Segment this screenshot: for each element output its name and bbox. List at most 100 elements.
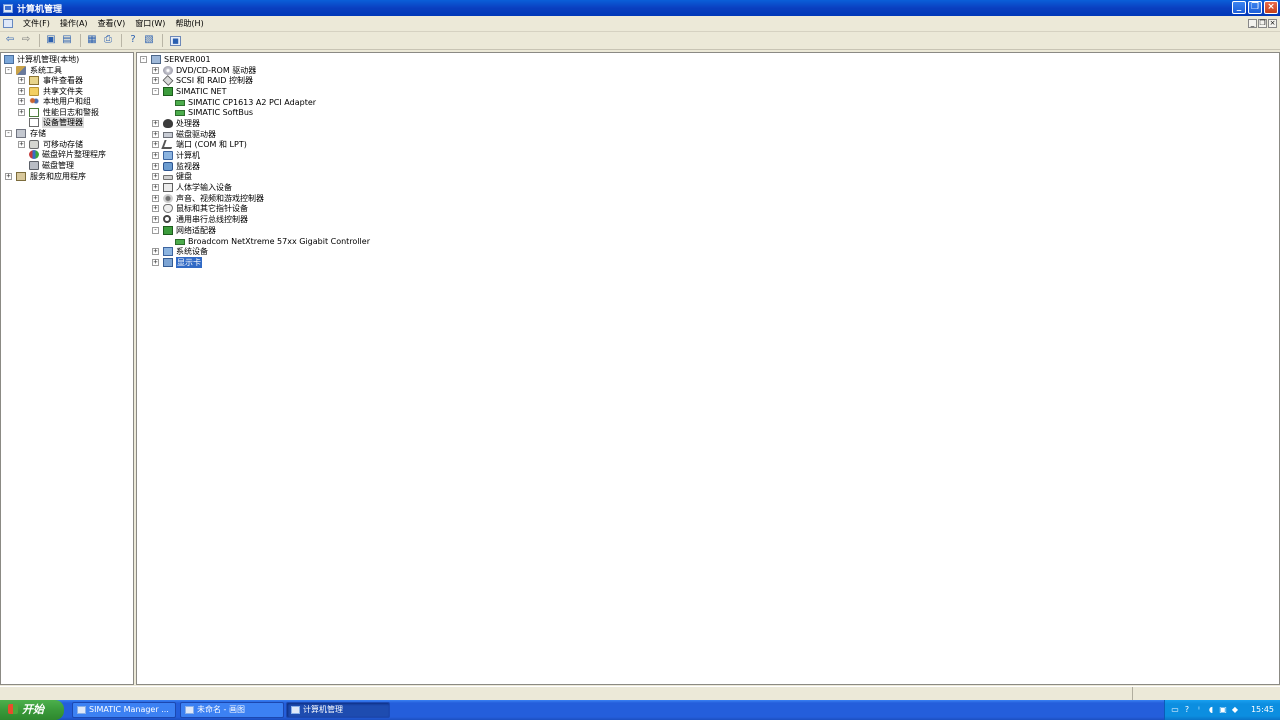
- removable-storage-icon: [29, 140, 39, 149]
- monitor-icon: [163, 162, 173, 171]
- computer-management-icon: [291, 706, 300, 714]
- child-restore-button[interactable]: ❐: [1258, 19, 1267, 28]
- windows-flag-icon: [8, 704, 18, 714]
- taskbar-item-simatic-manager[interactable]: SIMATIC Manager ...: [72, 702, 176, 718]
- taskbar-item-paint[interactable]: 未命名 - 画图: [180, 702, 284, 718]
- toolbar-separator: [121, 34, 122, 47]
- expand-toggle-icon[interactable]: +: [152, 131, 159, 138]
- menu-help[interactable]: 帮助(H): [170, 18, 208, 29]
- title-bar: 计算机管理 _ ❐ ×: [0, 0, 1280, 16]
- network-card-icon: [175, 110, 185, 116]
- document-icon[interactable]: [3, 19, 13, 28]
- expand-toggle-icon[interactable]: +: [152, 141, 159, 148]
- start-label: 开始: [22, 704, 44, 716]
- taskbar-item-label: 未命名 - 画图: [197, 705, 245, 714]
- speaker-tray-icon[interactable]: ◖: [1207, 706, 1215, 714]
- display-adapter-icon: [163, 258, 173, 267]
- services-icon: [16, 172, 26, 181]
- menu-action[interactable]: 操作(A): [55, 18, 93, 29]
- toolbar: ⇦ ⇨ ▣ ▤ ▦ ⎙ ? ▧ ■: [0, 32, 1280, 50]
- info-tray-icon[interactable]: ⁱ: [1195, 706, 1203, 714]
- menu-view[interactable]: 查看(V): [93, 18, 131, 29]
- expand-toggle-icon[interactable]: +: [152, 173, 159, 180]
- collapse-toggle-icon[interactable]: -: [152, 227, 159, 234]
- network-tray-icon[interactable]: ▣: [1219, 706, 1227, 714]
- minimize-button[interactable]: _: [1232, 1, 1246, 14]
- child-minimize-button[interactable]: _: [1248, 19, 1257, 28]
- network-card-icon: [175, 100, 185, 106]
- keyboard-tray-icon[interactable]: ▭: [1171, 706, 1179, 714]
- collapse-toggle-icon[interactable]: -: [140, 56, 147, 63]
- expand-toggle-icon[interactable]: +: [5, 173, 12, 180]
- expand-toggle-icon[interactable]: +: [152, 163, 159, 170]
- expand-toggle-icon[interactable]: +: [152, 120, 159, 127]
- system-tray: ▭ ? ⁱ ◖ ▣ ◆ 15:45: [1164, 700, 1280, 720]
- expand-toggle-icon[interactable]: +: [18, 98, 25, 105]
- toolbar-separator: [80, 34, 81, 47]
- back-arrow-icon[interactable]: ⇦: [3, 34, 17, 47]
- scan-hardware-icon[interactable]: ▧: [142, 34, 156, 47]
- help-tray-icon[interactable]: ?: [1183, 706, 1191, 714]
- disk-drive-icon: [163, 132, 173, 138]
- collapse-toggle-icon[interactable]: -: [5, 130, 12, 137]
- hid-icon: [163, 183, 173, 192]
- expand-toggle-icon[interactable]: +: [152, 259, 159, 266]
- disk-management-icon: [29, 161, 39, 170]
- computer-icon: [163, 151, 173, 160]
- up-folder-icon[interactable]: ▣: [44, 34, 58, 47]
- help-icon[interactable]: ?: [126, 34, 140, 47]
- window-controls: _ ❐ ×: [1232, 1, 1278, 14]
- defrag-icon: [29, 150, 39, 159]
- forward-arrow-icon[interactable]: ⇨: [19, 34, 33, 47]
- expand-toggle-icon[interactable]: +: [152, 152, 159, 159]
- child-close-button[interactable]: ×: [1268, 19, 1277, 28]
- system-tools-icon: [16, 66, 26, 75]
- sound-icon: [163, 194, 173, 203]
- system-device-icon: [163, 247, 173, 256]
- expand-toggle-icon[interactable]: +: [18, 141, 25, 148]
- paint-icon: [185, 706, 194, 714]
- mouse-icon: [163, 204, 173, 213]
- device-tree-pane: - SERVER001 + DVD/CD-ROM 驱动器 + SCSI 和 RA…: [136, 52, 1280, 685]
- expand-toggle-icon[interactable]: +: [152, 77, 159, 84]
- expand-toggle-icon[interactable]: +: [152, 248, 159, 255]
- device-properties-icon[interactable]: ■: [170, 35, 181, 46]
- print-icon[interactable]: ⎙: [101, 34, 115, 47]
- server-icon: [151, 55, 161, 64]
- users-icon: [29, 97, 39, 106]
- expand-toggle-icon[interactable]: +: [152, 195, 159, 202]
- scsi-icon: [162, 75, 174, 86]
- simatic-tray-icon[interactable]: ◆: [1231, 706, 1239, 714]
- network-icon: [163, 87, 173, 96]
- start-button[interactable]: 开始: [0, 700, 64, 720]
- close-button[interactable]: ×: [1264, 1, 1278, 14]
- child-window-controls: _ ❐ ×: [1248, 19, 1277, 28]
- restore-button[interactable]: ❐: [1248, 1, 1262, 14]
- console-tree-pane: 计算机管理(本地) - 系统工具 + 事件查看器 + 共享文件夹 + 本地用户和…: [0, 52, 134, 685]
- show-hide-tree-icon[interactable]: ▤: [60, 34, 74, 47]
- properties-icon[interactable]: ▦: [85, 34, 99, 47]
- toolbar-separator: [39, 34, 40, 47]
- expand-toggle-icon[interactable]: +: [152, 67, 159, 74]
- expand-toggle-icon[interactable]: +: [18, 77, 25, 84]
- menu-window[interactable]: 窗口(W): [130, 18, 170, 29]
- simatic-icon: [77, 706, 86, 714]
- menu-bar: 文件(F) 操作(A) 查看(V) 窗口(W) 帮助(H) _ ❐ ×: [0, 16, 1280, 32]
- expand-toggle-icon[interactable]: +: [152, 216, 159, 223]
- computer-management-icon: [3, 3, 13, 13]
- clock[interactable]: 15:45: [1251, 700, 1274, 720]
- taskbar-item-computer-management[interactable]: 计算机管理: [286, 702, 390, 718]
- expand-toggle-icon[interactable]: +: [152, 184, 159, 191]
- menu-file[interactable]: 文件(F): [18, 18, 55, 29]
- performance-icon: [29, 108, 39, 117]
- expand-toggle-icon[interactable]: +: [18, 88, 25, 95]
- collapse-toggle-icon[interactable]: -: [5, 67, 12, 74]
- event-viewer-icon: [29, 76, 39, 85]
- toolbar-separator: [162, 34, 163, 47]
- cdrom-icon: [163, 66, 173, 75]
- collapse-toggle-icon[interactable]: -: [152, 88, 159, 95]
- device-manager-icon: [29, 118, 39, 127]
- usb-icon: [163, 215, 171, 223]
- expand-toggle-icon[interactable]: +: [152, 205, 159, 212]
- expand-toggle-icon[interactable]: +: [18, 109, 25, 116]
